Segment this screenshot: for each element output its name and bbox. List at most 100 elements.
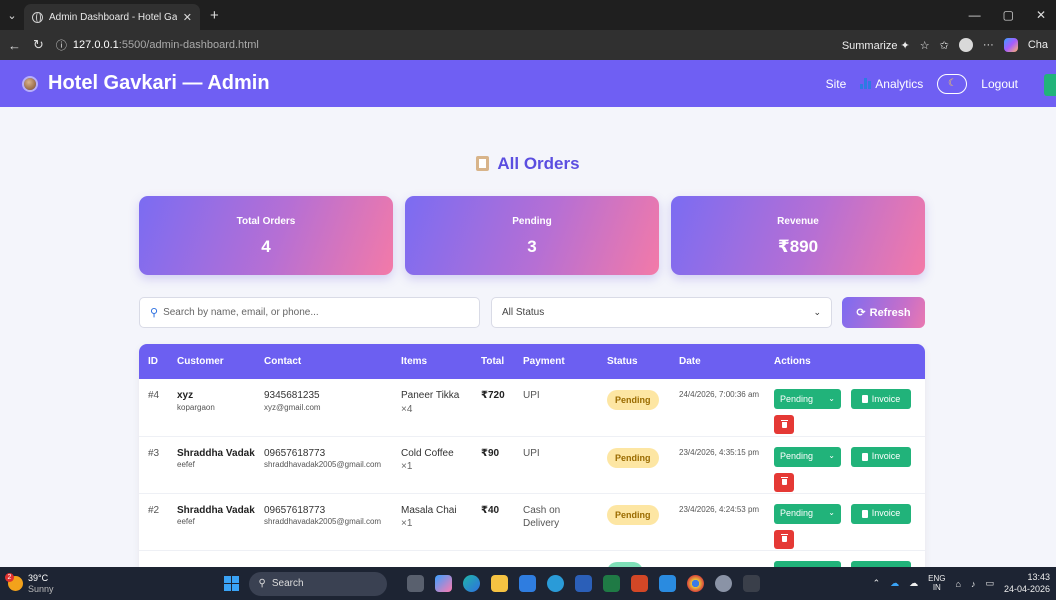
weather-widget[interactable]: 2 39°C Sunny [5,573,54,594]
item-name: Paneer Tikka [401,390,460,401]
status-badge: Pending [607,447,659,468]
column-header[interactable]: Status [598,344,670,379]
favorite-star-icon[interactable]: ☆ [920,39,930,52]
volume-icon[interactable]: ♪ [971,579,976,589]
table-header-row: ID Customer Contact Items Total Payment … [139,344,925,379]
invoice-button[interactable]: Invoice [851,503,911,524]
windows-start-icon[interactable] [223,576,239,591]
column-header[interactable]: Date [670,344,765,379]
terminal-icon[interactable] [742,575,760,592]
store-icon[interactable] [518,575,536,592]
chevron-down-icon: ⌄ [828,451,835,461]
delete-button[interactable] [774,415,794,434]
copilot-app-icon[interactable] [434,575,452,592]
reload-icon[interactable]: ↻ [33,37,44,53]
customer-address: eefef [177,460,195,469]
url-path: :5500/admin-dashboard.html [118,39,259,51]
customer-name: Shraddha Vadak [177,504,255,516]
search-input[interactable] [163,307,464,318]
theme-toggle-button[interactable]: ☾ [937,73,968,94]
nav-analytics-link[interactable]: Analytics [860,77,923,91]
word-icon[interactable] [574,575,592,592]
order-date: 24/4/2026, 7:00:36 am [679,390,760,399]
onedrive-icon[interactable]: ☁ [890,578,899,589]
clipboard-icon [476,156,490,171]
column-header[interactable]: Total [472,344,514,379]
people-icon[interactable] [714,575,732,592]
back-icon[interactable]: ← [8,38,21,53]
order-status-select[interactable]: Pending ⌄ [774,446,841,467]
status-cell [598,550,670,567]
edge-dev-icon[interactable] [546,575,564,592]
nav-site-link[interactable]: Site [826,77,847,91]
wifi-icon[interactable]: ⌂ [956,579,961,589]
payment-method: UPI [523,390,540,401]
new-tab-icon[interactable]: + [210,7,219,24]
column-header[interactable]: Contact [255,344,392,379]
refresh-button[interactable]: ⟳ Refresh [842,297,925,328]
chevron-down-icon: ⌄ [813,307,821,317]
browser-toolbar-right: Summarize ✦ ☆ ✩ ··· Cha [842,38,1048,52]
order-status-select[interactable]: Pending ⌄ [774,389,841,409]
contact-email: shraddhavadak2005@gmail.com [264,517,382,526]
clock[interactable]: 13:43 24-04-2026 [1004,572,1050,595]
search-box[interactable]: ⚲ [139,297,480,328]
sun-icon: 2 [5,573,23,591]
language-indicator[interactable]: ENG IN [928,574,945,593]
more-icon[interactable]: ··· [983,39,994,51]
header-action-button[interactable] [1044,74,1056,96]
info-icon[interactable]: ⓘ [56,37,67,53]
excel-icon[interactable] [602,575,620,592]
stat-value: 3 [527,237,537,256]
delete-button[interactable] [774,472,794,492]
copilot-icon[interactable] [1003,38,1018,52]
table-row: #3 Shraddha Vadak eefef 09657618773 shradd… [139,436,925,493]
invoice-button[interactable]: Invoice [851,446,911,467]
chevron-up-icon[interactable]: ⌃ [873,578,881,589]
file-explorer-icon[interactable] [490,575,508,592]
favorites-icon[interactable]: ✩ [940,39,949,52]
document-icon [861,509,868,518]
powerpoint-icon[interactable] [630,575,648,592]
logout-link[interactable]: Logout [981,77,1018,91]
taskbar-search[interactable]: ⚲ Search [248,571,387,596]
tab-list-chevron-icon[interactable]: ⌄ [0,9,24,22]
profile-avatar[interactable] [958,38,973,52]
item-qty: ×4 [401,403,413,415]
search-icon: ⚲ [258,578,266,589]
url-field[interactable]: ⓘ 127.0.0.1:5500/admin-dashboard.html [56,37,259,53]
chat-label[interactable]: Cha [1028,39,1048,51]
minimize-icon[interactable]: — [969,8,981,22]
status-cell: Pending [598,436,670,493]
column-header[interactable]: Customer [168,344,255,379]
payment-method: UPI [523,447,540,459]
cloud-icon[interactable]: ☁ [909,578,918,589]
maximize-icon[interactable]: ▢ [1003,8,1014,22]
task-view-icon[interactable] [406,575,424,592]
battery-icon[interactable]: ▭ [985,578,994,589]
order-status-select[interactable]: Pending ⌄ [774,503,841,524]
weather-temp: 39°C [28,573,49,584]
contact-cell: 09657618773 shraddhavadak2005@gmail.com [255,436,392,493]
close-tab-icon[interactable]: ✕ [183,11,192,24]
browser-tab[interactable]: Admin Dashboard - Hotel Gavkari ✕ [24,4,200,30]
order-id: #4 [148,390,160,401]
main-content: All Orders Total Orders 4 Pending 3 Reve… [0,107,1056,567]
column-header[interactable]: Payment [514,344,598,379]
column-header[interactable]: ID [139,344,168,379]
invoice-button[interactable]: Invoice [851,389,911,409]
edge-icon[interactable] [462,575,480,592]
close-window-icon[interactable]: ✕ [1036,8,1046,22]
status-filter-select[interactable]: All Status ⌄ [491,297,832,328]
stat-label: Total Orders [236,216,296,227]
delete-button[interactable] [774,529,794,549]
search-icon: ⚲ [150,307,159,319]
vscode-icon[interactable] [658,575,676,592]
column-header[interactable]: Items [392,344,472,379]
tab-title: Admin Dashboard - Hotel Gavkari [49,11,177,23]
items-cell: Masala Chai ×1 [392,493,472,550]
browser-address-bar: ← ↻ ⓘ 127.0.0.1:5500/admin-dashboard.htm… [0,30,1056,60]
summarize-button[interactable]: Summarize ✦ [842,39,910,52]
column-header[interactable]: Actions [765,344,925,379]
chrome-icon[interactable] [686,575,704,592]
